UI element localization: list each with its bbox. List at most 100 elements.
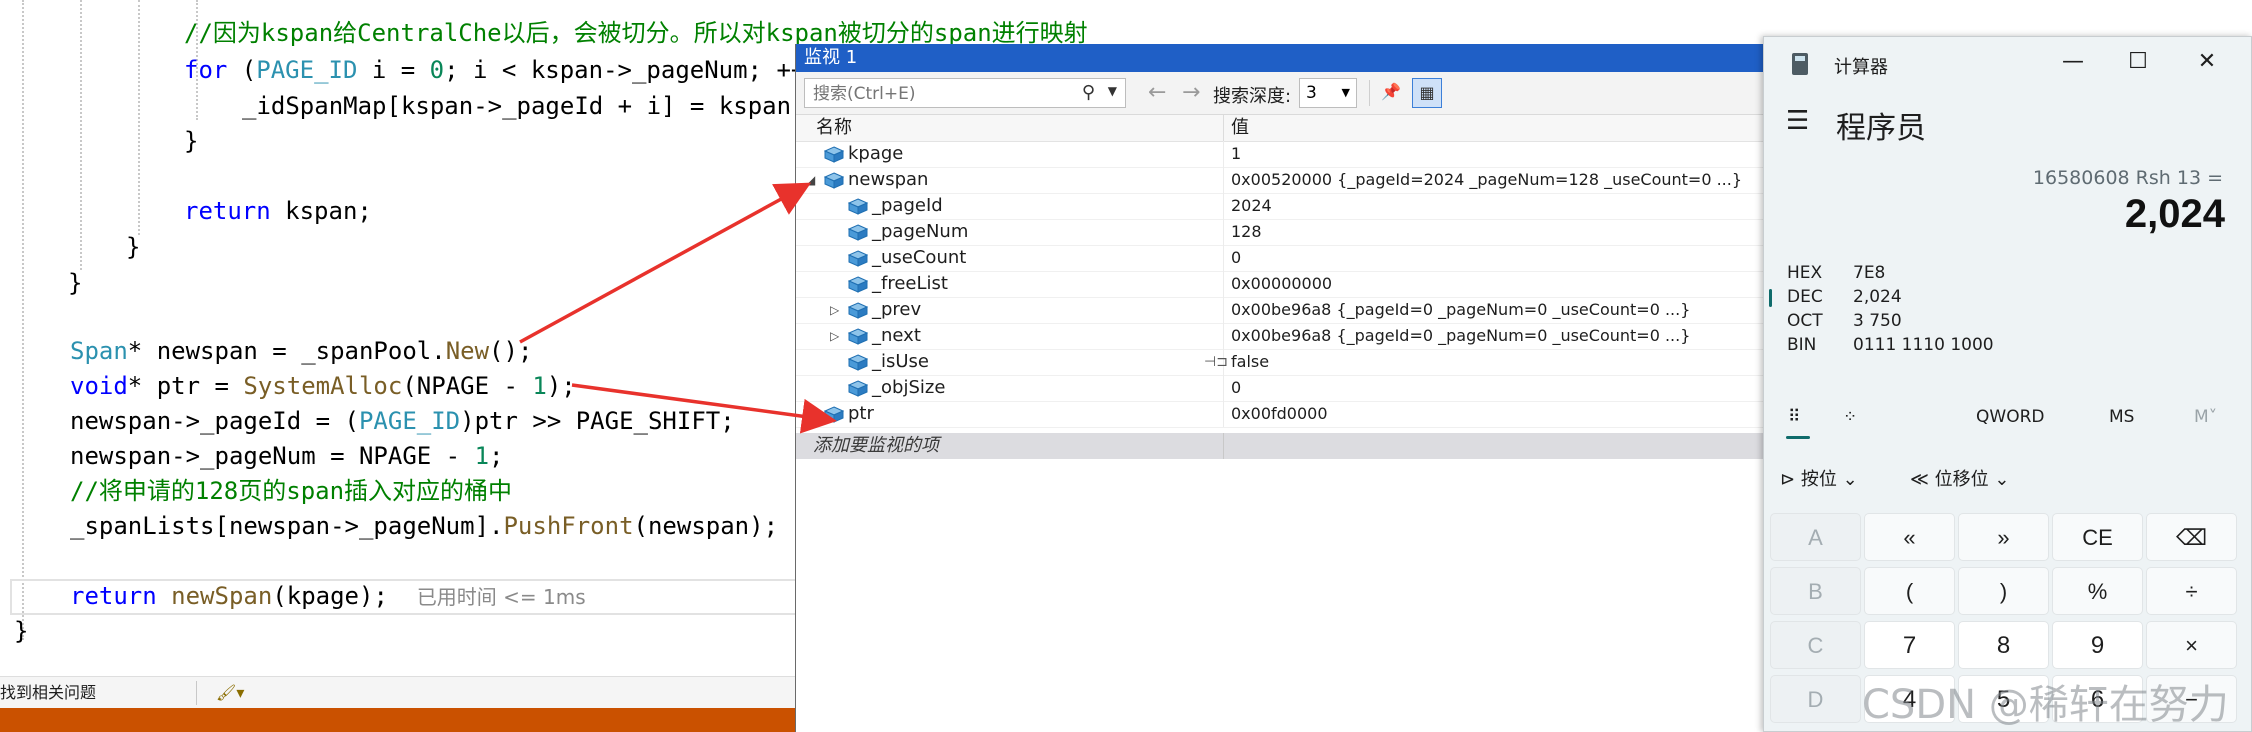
key-8[interactable]: 8: [1958, 621, 2049, 669]
radix-row-bin[interactable]: BIN 0111 1110 1000: [1764, 329, 2251, 363]
code-line[interactable]: newspan->_pageNum = NPAGE - 1;: [70, 439, 503, 473]
issues-status-text[interactable]: 找到相关问题: [0, 677, 96, 709]
watch-item-name: _useCount: [872, 247, 967, 268]
code-line[interactable]: return kspan;: [184, 194, 372, 228]
code-line[interactable]: void* ptr = SystemAlloc(NPAGE - 1);: [70, 369, 576, 403]
watch-item-name: _next: [872, 325, 921, 346]
radix-label: DEC: [1787, 287, 1823, 307]
watch-row[interactable]: _isUse ⊣⊐ false: [796, 349, 1796, 376]
watch-row[interactable]: _useCount 0: [796, 245, 1796, 272]
column-header-name[interactable]: 名称: [816, 115, 852, 141]
calculator-window: 计算器 — ☐ ✕ ☰ 程序员 16580608 Rsh 13 = 2,024 …: [1763, 36, 2252, 732]
arrow-left-icon[interactable]: ←: [1148, 80, 1166, 105]
hamburger-menu-icon[interactable]: ☰: [1786, 106, 1809, 136]
code-token: }: [184, 127, 199, 155]
toolbar-separator: [1369, 80, 1370, 106]
watch-item-value[interactable]: 1: [1231, 141, 1241, 167]
column-separator[interactable]: [1223, 115, 1224, 141]
key-rshift[interactable]: »: [1958, 513, 2049, 561]
watch-item-name: kpage: [848, 143, 904, 164]
search-icon[interactable]: ⚲: [1082, 82, 1095, 103]
code-line[interactable]: return newSpan(kpage); 已用时间 <= 1ms: [70, 579, 586, 613]
key-b[interactable]: B: [1770, 567, 1861, 615]
code-line[interactable]: }: [184, 124, 198, 158]
code-line[interactable]: _spanLists[newspan->_pageNum].PushFront(…: [70, 509, 778, 543]
watch-row[interactable]: ◢ newspan 0x00520000 {_pageId=2024 _pageNu…: [796, 167, 1796, 194]
watch-row[interactable]: _objSize 0: [796, 375, 1796, 402]
key-percent[interactable]: %: [2052, 567, 2143, 615]
pin-icon[interactable]: ⊣⊐: [1204, 349, 1228, 375]
word-size-button[interactable]: QWORD: [1976, 407, 2044, 427]
watch-search-box[interactable]: ⚲ ▼: [804, 78, 1126, 108]
watch-row[interactable]: kpage 1: [796, 141, 1796, 168]
code-line[interactable]: newspan->_pageId = (PAGE_ID)ptr >> PAGE_…: [70, 404, 735, 438]
memory-button[interactable]: M˅: [2194, 407, 2217, 427]
watch-row[interactable]: ▷ _prev 0x00be96a8 {_pageId=0 _pageNum=0 _…: [796, 297, 1796, 324]
key-divide[interactable]: ÷: [2146, 567, 2237, 615]
watch-item-value[interactable]: 0x00000000: [1231, 271, 1332, 297]
code-line[interactable]: for (PAGE_ID i = 0; i < kspan->_pageNum;…: [184, 53, 805, 87]
code-line[interactable]: }: [68, 266, 82, 300]
arrow-right-icon[interactable]: →: [1182, 80, 1200, 105]
key-lparen[interactable]: (: [1864, 567, 1955, 615]
key-9[interactable]: 9: [2052, 621, 2143, 669]
expand-icon[interactable]: ▷: [830, 297, 839, 323]
watch-item-value[interactable]: 0x00be96a8 {_pageId=0 _pageNum=0 _useCou…: [1231, 297, 1690, 323]
code-line[interactable]: }: [14, 614, 28, 648]
bitwise-dropdown[interactable]: ⊳ 按位 ⌄: [1780, 465, 1858, 491]
add-watch-row[interactable]: 添加要监视的项: [796, 433, 1796, 459]
watch-row[interactable]: ▷ _next 0x00be96a8 {_pageId=0 _pageNum=0 _…: [796, 323, 1796, 350]
bitshift-dropdown[interactable]: ≪ 位移位 ⌄: [1910, 465, 2009, 491]
watch-item-value[interactable]: 0x00fd0000: [1231, 401, 1328, 427]
watch-item-value[interactable]: 0: [1231, 245, 1241, 271]
pin-icon[interactable]: 📌: [1376, 78, 1406, 108]
key-7[interactable]: 7: [1864, 621, 1955, 669]
watch-row[interactable]: _pageNum 128: [796, 219, 1796, 246]
key-multiply[interactable]: ×: [2146, 621, 2237, 669]
collapse-icon[interactable]: ◢: [806, 167, 815, 193]
watch-item-value[interactable]: 0x00be96a8 {_pageId=0 _pageNum=0 _useCou…: [1231, 323, 1690, 349]
bit-toggle-keypad-icon[interactable]: ⁘: [1843, 407, 1857, 427]
minimize-icon[interactable]: —: [2058, 49, 2088, 74]
close-icon[interactable]: ✕: [2192, 49, 2222, 74]
add-watch-label[interactable]: 添加要监视的项: [813, 433, 939, 459]
chevron-down-icon: ▼: [1341, 86, 1350, 99]
code-line[interactable]: }: [126, 230, 140, 264]
chevron-down-icon[interactable]: ▼: [1108, 84, 1117, 98]
key-rparen[interactable]: ): [1958, 567, 2049, 615]
key-backspace[interactable]: ⌫: [2146, 513, 2237, 561]
key-d[interactable]: D: [1770, 675, 1861, 723]
key-ce[interactable]: CE: [2052, 513, 2143, 561]
radix-value: 2,024: [1853, 287, 1902, 307]
watch-row[interactable]: ptr 0x00fd0000: [796, 401, 1796, 428]
code-token: newSpan: [171, 582, 273, 610]
code-line[interactable]: _idSpanMap[kspan->_pageId + i] = kspan;: [242, 89, 806, 123]
view-format-icon[interactable]: ▦: [1412, 78, 1442, 108]
code-editor[interactable]: //因为kspan给CentralChe以后，会被切分。所以对kspan被切分的…: [0, 0, 1088, 732]
radix-label: BIN: [1787, 335, 1817, 355]
watch-item-value[interactable]: 2024: [1231, 193, 1272, 219]
code-token: i =: [357, 56, 430, 84]
watch-row[interactable]: _pageId 2024: [796, 193, 1796, 220]
watch-item-value[interactable]: 0x00520000 {_pageId=2024 _pageNum=128 _u…: [1231, 167, 1742, 193]
full-keypad-icon[interactable]: ⠿: [1788, 407, 1800, 427]
expand-icon[interactable]: ▷: [830, 323, 839, 349]
memory-store-button[interactable]: MS: [2109, 407, 2134, 427]
code-line[interactable]: //将申请的128页的span插入对应的桶中: [70, 474, 512, 508]
code-line[interactable]: Span* newspan = _spanPool.New();: [70, 334, 532, 368]
search-input[interactable]: [811, 82, 1085, 106]
code-token: kspan;: [270, 197, 372, 225]
watch-item-value[interactable]: 0: [1231, 375, 1241, 401]
watch-item-value[interactable]: 128: [1231, 219, 1262, 245]
watch-window-title[interactable]: 监视 1: [796, 44, 1796, 72]
code-cleanup-icon[interactable]: 🖌▾: [216, 677, 244, 709]
search-depth-select[interactable]: 3 ▼: [1299, 78, 1357, 108]
key-lshift[interactable]: «: [1864, 513, 1955, 561]
key-c[interactable]: C: [1770, 621, 1861, 669]
watch-row[interactable]: _freeList 0x00000000: [796, 271, 1796, 298]
watch-item-value[interactable]: false: [1231, 349, 1269, 375]
maximize-icon[interactable]: ☐: [2123, 49, 2153, 74]
column-header-value[interactable]: 值: [1231, 115, 1249, 141]
key-a[interactable]: A: [1770, 513, 1861, 561]
object-icon: [847, 223, 869, 241]
